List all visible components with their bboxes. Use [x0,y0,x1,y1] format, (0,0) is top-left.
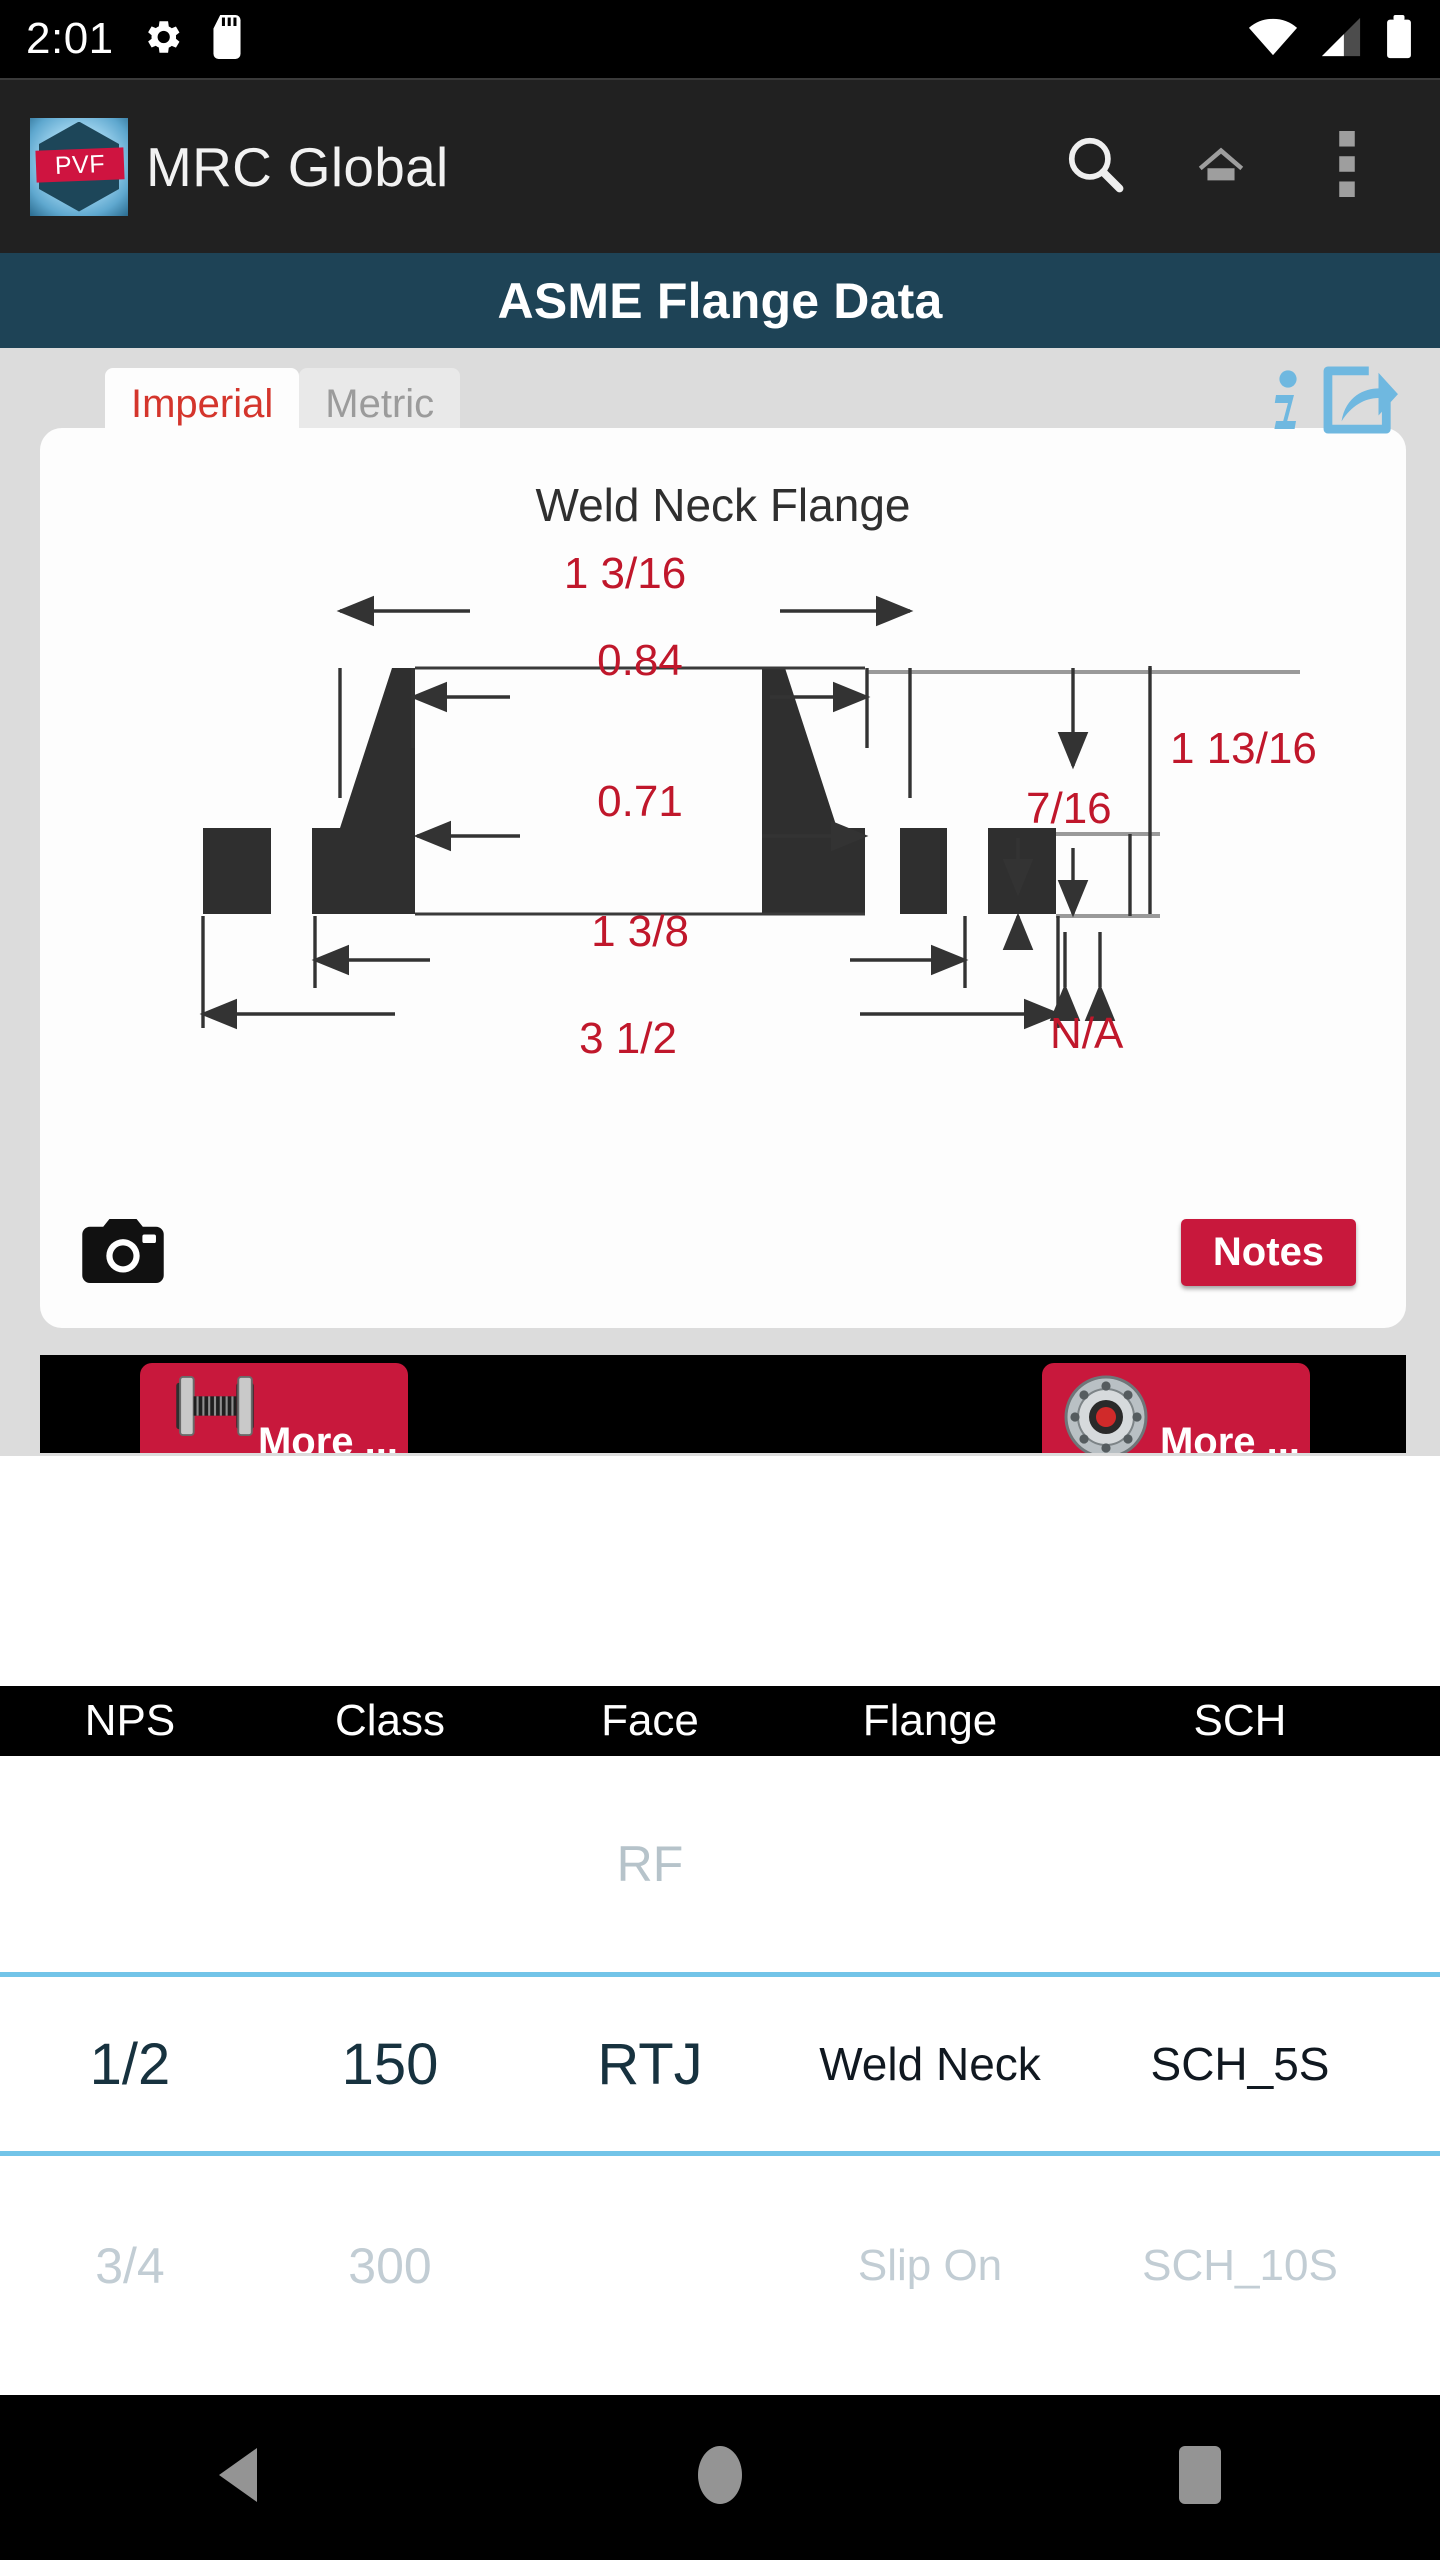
more-buttons-strip: More ... More ... [40,1355,1406,1453]
logo-band: PVF [35,146,125,183]
more-bolts-button[interactable]: More ... [140,1363,408,1453]
flange-drawing: 1 3/16 0.84 0.71 1 3/8 3 1/2 1 13/16 7/1… [199,549,1317,1063]
action-bar: PVF MRC Global [0,78,1440,253]
picker-row-selected[interactable]: 1/2 150 RTJ Weld Neck SCH_5S [0,1977,1440,2151]
sd-card-icon [210,14,244,64]
picker-selected-sch: SCH_5S [1150,2038,1330,2090]
status-bar-clock: 2:01 [26,14,114,63]
column-header-face: Face [601,1696,699,1745]
dim-bore: 0.71 [597,777,683,826]
table-header: NPS Class Face Flange SCH [0,1686,1440,1756]
nav-home-button[interactable] [640,2395,800,2560]
notes-button[interactable]: Notes [1181,1219,1356,1286]
search-icon [1064,133,1126,200]
settings-gear-icon [142,16,184,63]
app-screen: 2:01 PVF MRC Global ASME Flange Data Imp… [0,0,1440,2560]
cell-signal-icon [1318,16,1364,63]
dim-hub-base: 1 3/8 [591,907,689,956]
picker-row-above[interactable]: RF [0,1756,1440,1972]
more-gaskets-label: More ... [1159,1420,1300,1453]
dim-raised-face: N/A [1050,1009,1124,1058]
picker-row-below[interactable]: 3/4 300 Slip On SCH_10S [0,2156,1440,2376]
more-gaskets-button[interactable]: More ... [1042,1363,1310,1453]
column-header-flange: Flange [862,1696,998,1745]
dim-bore-top: 0.84 [597,636,683,685]
notes-button-label: Notes [1212,1230,1325,1274]
status-bar: 2:01 [0,0,1440,78]
picker-below-nps: 3/4 [95,2238,165,2294]
logo-text: PVF [54,149,106,179]
dim-length-thru-hub: 1 13/16 [1170,724,1317,773]
nav-recents-button[interactable] [1120,2395,1280,2560]
picker-above-face: RF [616,1836,684,1892]
picker-above-sch [1080,1756,1400,1972]
info-button[interactable] [1266,369,1306,440]
overflow-menu-button[interactable] [1284,104,1410,230]
gasket-flange-icon [1058,1375,1154,1453]
picker-below-face [520,2156,780,2376]
share-icon [1322,366,1400,439]
nav-back-button[interactable] [160,2395,320,2560]
picker-selected-face: RTJ [597,2031,703,2097]
android-nav-bar [0,2395,1440,2560]
wifi-icon [1248,16,1298,63]
more-bolts-label: More ... [257,1420,398,1453]
picker-selected-flange: Weld Neck [819,2038,1041,2090]
tab-metric-label: Metric [325,381,435,426]
picker-selected-nps: 1/2 [89,2031,171,2097]
info-icon [1266,370,1306,439]
page-title-bar: ASME Flange Data [0,253,1440,348]
overflow-menu-icon [1339,131,1355,202]
back-icon [213,2446,267,2509]
home-button[interactable] [1158,104,1284,230]
app-title: MRC Global [146,135,449,198]
tab-imperial-label: Imperial [131,381,274,426]
picker-below-sch: SCH_10S [1142,2241,1338,2290]
column-header-sch: SCH [1193,1696,1287,1745]
content-area: Imperial Metric Weld Neck Flange 1 3/16 … [0,348,1440,1456]
picker-below-class: 300 [348,2238,432,2294]
card-top-icons [1266,365,1400,440]
diagram-card: Weld Neck Flange 1 3/16 0.84 0.71 1 3/8 … [40,428,1406,1328]
picker-above-nps [0,1756,260,1972]
pvf-logo: PVF [30,117,128,216]
dim-outside-diameter: 3 1/2 [579,1014,677,1063]
diagram-title: Weld Neck Flange [535,479,911,531]
recents-icon [1179,2446,1221,2509]
search-button[interactable] [1032,104,1158,230]
spacer-area [0,1456,1440,1686]
camera-button[interactable] [82,1219,164,1288]
picker-below-flange: Slip On [857,2241,1003,2290]
column-header-nps: NPS [84,1696,176,1745]
picker-selected-class: 150 [341,2031,439,2097]
home-circle-icon [696,2444,744,2511]
bolt-stud-icon [156,1375,274,1442]
column-header-class: Class [334,1696,446,1745]
camera-icon [82,1219,164,1287]
dim-hub-top: 1 3/16 [564,549,686,598]
picker-above-class [260,1756,520,1972]
share-button[interactable] [1322,365,1400,440]
home-icon [1193,136,1249,197]
page-title: ASME Flange Data [497,272,943,329]
dim-thickness: 7/16 [1026,784,1112,833]
picker-above-flange [780,1756,1080,1972]
battery-icon [1384,14,1414,64]
